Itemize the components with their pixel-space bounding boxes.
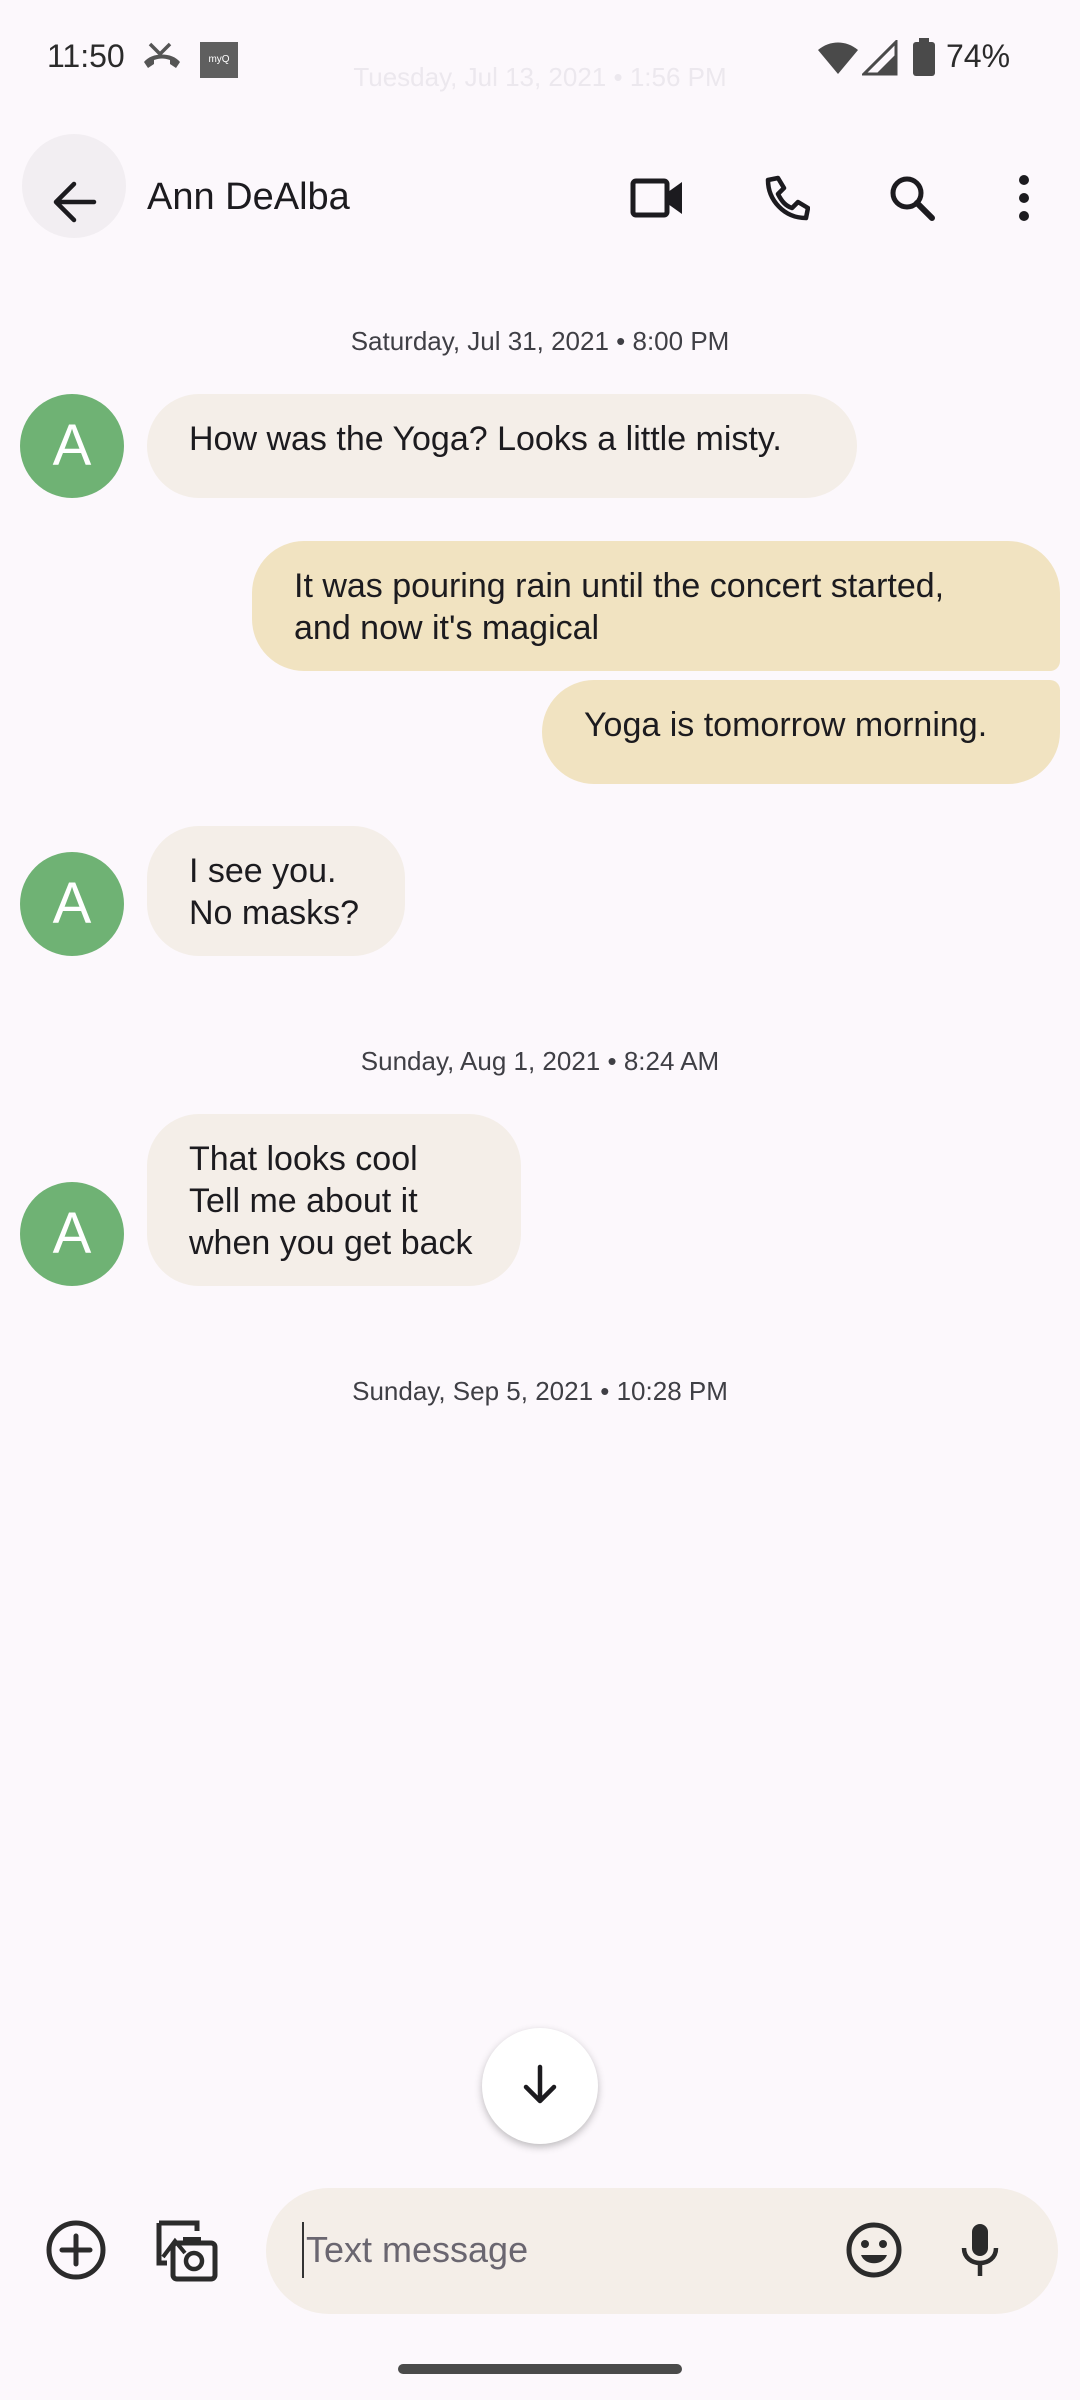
microphone-icon: [959, 2222, 1001, 2283]
incoming-message[interactable]: How was the Yoga? Looks a little misty.: [147, 394, 857, 498]
date-separator: Sunday, Aug 1, 2021 • 8:24 AM: [360, 1046, 720, 1076]
message-input[interactable]: [302, 2222, 806, 2278]
outgoing-message[interactable]: It was pouring rain until the concert st…: [252, 541, 1060, 671]
scroll-to-bottom-button[interactable]: [482, 2028, 598, 2144]
back-arrow-icon[interactable]: [50, 180, 98, 229]
contact-name[interactable]: Ann DeAlba: [147, 176, 350, 219]
emoji-icon: [846, 2222, 902, 2283]
search-button[interactable]: [870, 158, 954, 242]
search-icon: [888, 174, 936, 227]
video-call-icon: [630, 178, 686, 223]
attach-button[interactable]: [34, 2210, 118, 2294]
incoming-message[interactable]: I see you. No masks?: [147, 826, 405, 956]
arrow-down-icon: [520, 2063, 560, 2110]
add-circle-icon: [45, 2219, 107, 2286]
date-separator: Sunday, Sep 5, 2021 • 10:28 PM: [352, 1376, 728, 1406]
faded-date-header: Tuesday, Jul 13, 2021 • 1:56 PM: [353, 62, 727, 92]
phone-icon: [762, 174, 811, 227]
phone-call-button[interactable]: [744, 158, 828, 242]
more-options-button[interactable]: [982, 158, 1066, 242]
more-vert-icon: [1016, 174, 1032, 227]
photo-camera-icon: [153, 2217, 219, 2288]
date-separator: Saturday, Jul 31, 2021 • 8:00 PM: [350, 326, 730, 356]
gallery-button[interactable]: [144, 2210, 228, 2294]
home-indicator[interactable]: [398, 2364, 682, 2374]
avatar[interactable]: A: [20, 394, 124, 498]
status-bar: 11:50 myQ 74%: [0, 0, 1080, 120]
outgoing-message[interactable]: Yoga is tomorrow morning.: [542, 680, 1060, 784]
avatar[interactable]: A: [20, 1182, 124, 1286]
avatar[interactable]: A: [20, 852, 124, 956]
emoji-button[interactable]: [832, 2210, 916, 2294]
video-call-button[interactable]: [616, 158, 700, 242]
incoming-message[interactable]: That looks cool Tell me about it when yo…: [147, 1114, 521, 1286]
voice-input-button[interactable]: [938, 2210, 1022, 2294]
